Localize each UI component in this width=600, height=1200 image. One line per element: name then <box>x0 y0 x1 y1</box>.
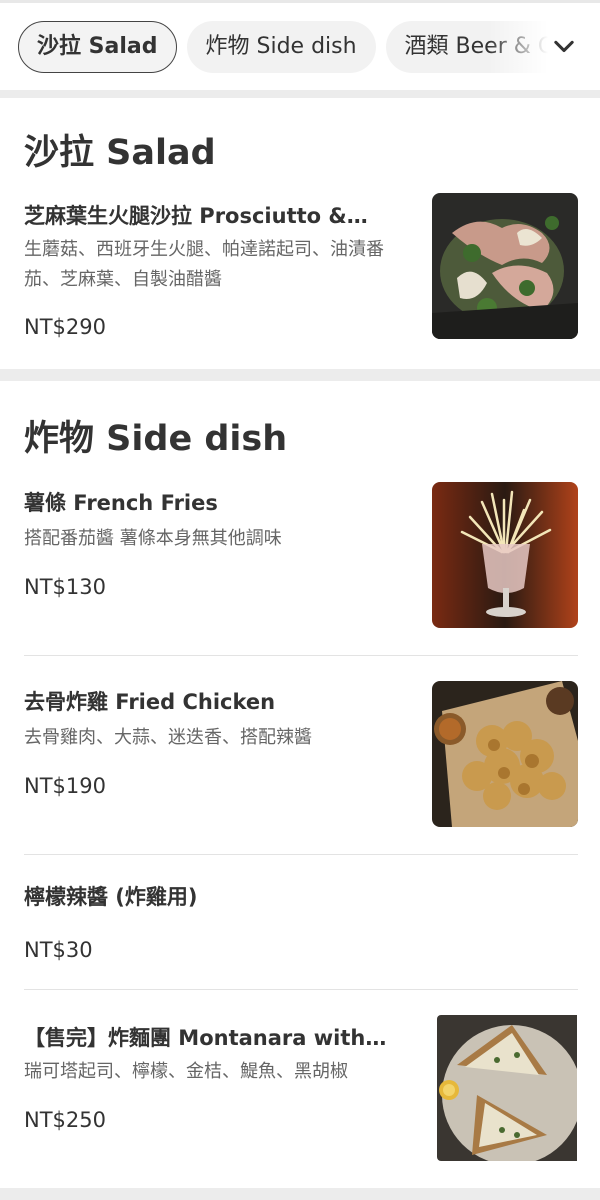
section-title-side-dish: 炸物 Side dish <box>24 419 288 459</box>
item-description: 瑞可塔起司、檸檬、金桔、鯷魚、黑胡椒 <box>24 1061 348 1082</box>
tabs-fade-overlay <box>488 21 548 75</box>
item-image[interactable] <box>432 193 578 339</box>
item-name: 芝麻葉生火腿沙拉 Prosciutto &… <box>24 204 368 228</box>
item-name: 檸檬辣醬 (炸雞用) <box>24 885 198 909</box>
item-price: NT$190 <box>24 774 106 798</box>
item-image[interactable] <box>432 681 578 827</box>
category-tab-bar: 沙拉 Salad 炸物 Side dish 酒類 Beer & C <box>0 0 600 90</box>
item-divider <box>24 655 578 656</box>
item-name: 薯條 French Fries <box>24 491 218 515</box>
item-price: NT$250 <box>24 1108 106 1132</box>
category-tabs: 沙拉 Salad 炸物 Side dish 酒類 Beer & C <box>18 21 548 75</box>
tab-side-dish[interactable]: 炸物 Side dish <box>186 21 376 73</box>
item-image[interactable] <box>437 1015 583 1161</box>
tab-salad[interactable]: 沙拉 Salad <box>18 21 177 73</box>
item-description: 生蘑菇、西班牙生火腿、帕達諾起司、油漬番茄、芝麻葉、自製油醋醬 <box>24 239 384 290</box>
section-gap <box>0 1188 600 1200</box>
item-description: 去骨雞肉、大蒜、迷迭香、搭配辣醬 <box>24 727 312 748</box>
item-price: NT$130 <box>24 575 106 599</box>
item-name: 去骨炸雞 Fried Chicken <box>24 690 276 714</box>
section-gap <box>0 90 600 98</box>
item-image[interactable] <box>432 482 578 628</box>
item-name: 【售完】炸麵團 Montanara with… <box>24 1026 387 1050</box>
section-gap <box>0 369 600 381</box>
item-divider <box>24 989 578 990</box>
section-title-salad: 沙拉 Salad <box>24 133 216 173</box>
item-price: NT$290 <box>24 315 106 339</box>
chevron-down-icon[interactable] <box>550 33 578 61</box>
item-description: 搭配番茄醬 薯條本身無其他調味 <box>24 528 282 549</box>
item-divider <box>24 854 578 855</box>
item-price: NT$30 <box>24 938 93 962</box>
